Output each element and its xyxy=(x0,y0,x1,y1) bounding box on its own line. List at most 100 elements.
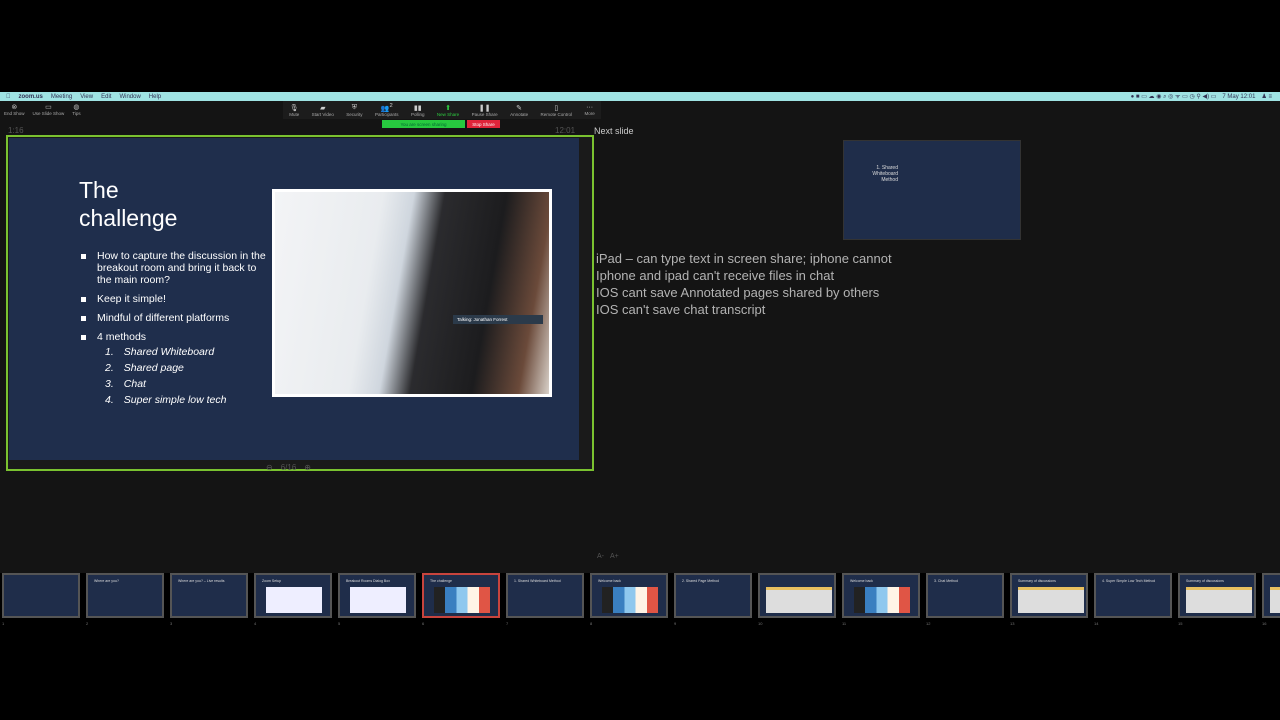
thumbnail-number: 9 xyxy=(674,621,677,626)
thumbnail-title: 3. Chat Method xyxy=(934,579,958,583)
end-show-button[interactable]: ⊗ End Show xyxy=(4,103,25,116)
thumbnail-image xyxy=(350,587,406,613)
whiteboard-photo: Talking: Jonathan Forrest xyxy=(275,192,549,394)
note-line: IOS cant save Annotated pages shared by … xyxy=(596,285,880,300)
slide-thumbnail[interactable]: Summary of discussions 13 xyxy=(1010,573,1088,626)
more-button[interactable]: ··· More xyxy=(584,104,594,116)
user-icon[interactable]: ♟ ≡ xyxy=(1261,93,1272,100)
thumbnail-number: 12 xyxy=(926,621,931,626)
next-slide-button[interactable]: ⊕ xyxy=(304,463,311,472)
next-slide-preview[interactable]: 1. Shared Whiteboard Method xyxy=(843,140,1021,240)
thumbnail-number: 6 xyxy=(422,621,425,626)
increase-font-button[interactable]: A+ xyxy=(610,553,619,560)
decrease-font-button[interactable]: A- xyxy=(597,553,604,560)
tips-icon: ◍ xyxy=(73,104,80,111)
slide-thumbnail-strip[interactable]: 1 Where are you? 2 Where are you? – Live re… xyxy=(0,573,1280,626)
stop-share-button[interactable]: Stop Share xyxy=(467,120,500,128)
slide-thumbnail[interactable]: 10 xyxy=(758,573,836,626)
slide-thumbnail[interactable]: Welcome back 11 xyxy=(842,573,920,626)
share-icon: ⬆ xyxy=(445,104,451,112)
method-item: 1. Shared Whiteboard xyxy=(105,346,215,358)
thumbnail-title: Welcome back xyxy=(850,579,873,583)
note-line: iPad – can type text in screen share; ip… xyxy=(596,251,892,266)
zoom-toolbar: 🎙 Mute ▰ Start Video ⛨ Security 👥2 Participa… xyxy=(283,101,601,119)
thumbnail-title: Summary of discussions xyxy=(1018,579,1056,583)
next-slide-label: Next slide xyxy=(594,126,634,136)
thumbnail-number: 11 xyxy=(842,621,847,626)
slide-thumbnail[interactable]: Summary of discussions 15 xyxy=(1178,573,1256,626)
mouse-icon: ▯ xyxy=(554,104,559,112)
menu-help[interactable]: Help xyxy=(149,94,161,100)
slide-thumbnail[interactable]: Breakout Rooms Dialog Box 5 xyxy=(338,573,416,626)
presenter-tools: ⊗ End Show ▭ Use Slide Show ◍ Tips xyxy=(4,103,81,116)
thumbnail-number: 7 xyxy=(506,621,509,626)
slide-thumbnail[interactable]: The challenge 6 xyxy=(422,573,500,626)
thumbnail-image xyxy=(766,587,832,613)
mute-button[interactable]: 🎙 Mute xyxy=(289,104,299,117)
menu-app[interactable]: zoom.us xyxy=(19,94,43,100)
bullet: How to capture the discussion in the bre… xyxy=(81,250,271,286)
menu-meeting[interactable]: Meeting xyxy=(51,94,72,100)
microphone-icon: 🎙 xyxy=(289,104,299,112)
thumbnail-number: 2 xyxy=(86,621,89,626)
slide-thumbnail[interactable]: 2. Shared Page Method 9 xyxy=(674,573,752,626)
video-off-icon: ▰ xyxy=(320,104,326,112)
annotate-button[interactable]: ✎ Annotate xyxy=(510,104,528,117)
security-button[interactable]: ⛨ Security xyxy=(346,104,362,117)
slide-thumbnail[interactable]: Where are you? – Live results 3 xyxy=(170,573,248,626)
thumbnail-image xyxy=(1186,587,1252,613)
share-status-bar: You are screen sharing Stop Share xyxy=(382,120,500,128)
speaker-notes[interactable]: iPad – can type text in screen share; ip… xyxy=(596,250,892,318)
thumbnail-image xyxy=(602,587,658,613)
slide-thumbnail[interactable]: Where are you? 2 xyxy=(86,573,164,626)
thumbnail-title: Zoom Setup xyxy=(262,579,282,583)
slide-thumbnail[interactable]: 3. Chat Method 12 xyxy=(926,573,1004,626)
slide-thumbnail[interactable]: 1 xyxy=(2,573,80,626)
thumbnail-number: 3 xyxy=(170,621,173,626)
new-share-button[interactable]: ⬆ New Share xyxy=(437,104,459,117)
note-line: Iphone and ipad can't receive files in c… xyxy=(596,268,835,283)
thumbnail-number: 15 xyxy=(1178,621,1183,626)
bullet: Keep it simple! xyxy=(81,293,271,305)
participants-button[interactable]: 👥2 Participants xyxy=(375,103,399,117)
remote-control-button[interactable]: ▯ Remote Control xyxy=(541,104,573,117)
apple-icon[interactable]:  xyxy=(6,94,11,100)
next-slide-title: 1. Shared Whiteboard Method xyxy=(872,165,898,183)
polling-icon: ▮▮ xyxy=(413,104,422,112)
thumbnail-number: 5 xyxy=(338,621,341,626)
slide-thumbnail[interactable]: 16 xyxy=(1262,573,1280,626)
thumbnail-title: Welcome back xyxy=(598,579,621,583)
status-icons[interactable]: ● ■ ▭ ☁ ◉ ⌕ ◎ ᯤ ▭ ◷ ⚲ ◀) ▭ xyxy=(1131,92,1217,101)
thumbnail-title: The challenge xyxy=(430,579,452,583)
menu-window[interactable]: Window xyxy=(119,94,140,100)
previous-slide-button[interactable]: ⊖ xyxy=(266,463,273,472)
end-show-icon: ⊗ xyxy=(11,104,18,111)
slide-bullets: How to capture the discussion in the bre… xyxy=(81,250,271,408)
status-area: ● ■ ▭ ☁ ◉ ⌕ ◎ ᯤ ▭ ◷ ⚲ ◀) ▭ 7 May 12:01 ♟… xyxy=(1131,92,1272,101)
polling-button[interactable]: ▮▮ Polling xyxy=(411,104,425,117)
menu-view[interactable]: View xyxy=(80,94,93,100)
clock: 7 May 12:01 xyxy=(1222,93,1256,100)
current-slide-frame: The challenge How to capture the discuss… xyxy=(6,135,594,471)
use-slideshow-button[interactable]: ▭ Use Slide Show xyxy=(33,103,65,116)
tips-button[interactable]: ◍ Tips xyxy=(72,103,80,116)
current-slide: The challenge How to capture the discuss… xyxy=(9,138,579,460)
thumbnail-title: Summary of discussions xyxy=(1186,579,1224,583)
thumbnail-title: Where are you? – Live results xyxy=(178,579,225,583)
thumbnail-number: 16 xyxy=(1262,621,1267,626)
start-video-button[interactable]: ▰ Start Video xyxy=(312,104,334,117)
thumbnail-title: Where are you? xyxy=(94,579,119,583)
slide-thumbnail[interactable]: 1. Shared Whiteboard Method 7 xyxy=(506,573,584,626)
thumbnail-image xyxy=(434,587,490,613)
thumbnail-number: 14 xyxy=(1094,621,1099,626)
thumbnail-image xyxy=(854,587,910,613)
pen-icon: ✎ xyxy=(516,104,523,112)
pause-icon: ❚❚ xyxy=(478,104,491,112)
menu-edit[interactable]: Edit xyxy=(101,94,111,100)
slide-thumbnail[interactable]: Zoom Setup 4 xyxy=(254,573,332,626)
slide-counter: 6/16 xyxy=(280,463,297,472)
pause-share-button[interactable]: ❚❚ Pause Share xyxy=(472,104,498,117)
slide-thumbnail[interactable]: Welcome back 8 xyxy=(590,573,668,626)
thumbnail-number: 10 xyxy=(758,621,763,626)
slide-thumbnail[interactable]: 4. Super Simple Low Tech Method 14 xyxy=(1094,573,1172,626)
